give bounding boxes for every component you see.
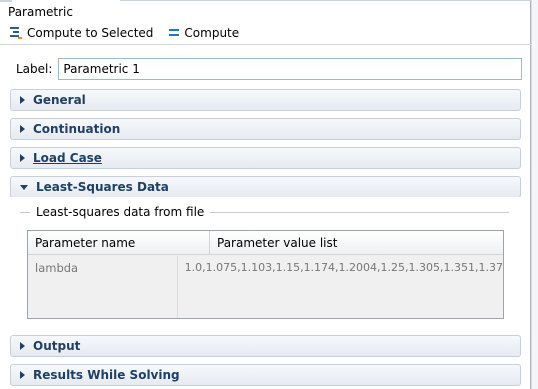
chevron-right-icon	[20, 154, 25, 162]
compute-to-selected-button[interactable]: Compute to Selected	[10, 26, 153, 40]
compute-button[interactable]: Compute	[165, 26, 239, 40]
label-field-label: Label:	[16, 62, 53, 76]
section-least-squares-label: Least-Squares Data	[36, 180, 169, 194]
chevron-right-icon	[20, 371, 25, 379]
parameter-table[interactable]: Parameter name Parameter value list lamb…	[27, 230, 504, 319]
window-title: Parametric	[8, 5, 73, 19]
column-header-parameter-value-list[interactable]: Parameter value list	[210, 231, 503, 255]
section-output[interactable]: Output	[10, 335, 521, 357]
section-results-while-solving-label: Results While Solving	[33, 368, 180, 382]
section-output-label: Output	[33, 339, 81, 353]
compute-to-selected-icon	[10, 27, 22, 39]
scrollbar-gutter[interactable]	[531, 0, 538, 389]
section-least-squares-data[interactable]: Least-Squares Data	[10, 176, 521, 198]
chevron-right-icon	[20, 96, 25, 104]
compute-label: Compute	[184, 26, 240, 40]
compute-icon	[169, 29, 180, 37]
section-continuation-label: Continuation	[33, 122, 121, 136]
least-squares-group-label: Least-squares data from file	[36, 205, 205, 219]
table-header: Parameter name Parameter value list	[28, 231, 503, 255]
toolbar-divider	[0, 44, 531, 45]
label-row: Label:	[16, 58, 523, 80]
section-load-case[interactable]: Load Case	[10, 147, 521, 169]
section-results-while-solving[interactable]: Results While Solving	[10, 364, 521, 386]
toolbar: Compute to Selected Compute	[10, 24, 251, 42]
section-load-case-label: Load Case	[33, 151, 102, 165]
chevron-right-icon	[20, 125, 25, 133]
chevron-down-icon	[20, 184, 28, 190]
chevron-right-icon	[20, 342, 25, 350]
section-general-label: General	[33, 93, 86, 107]
table-cell-parameter-values[interactable]: 1.0,1.075,1.103,1.15,1.174,1.2004,1.25,1…	[178, 256, 503, 318]
least-squares-group: Least-squares data from file	[20, 205, 509, 219]
section-continuation[interactable]: Continuation	[10, 118, 521, 140]
label-input[interactable]	[58, 58, 523, 80]
table-row[interactable]: lambda 1.0,1.075,1.103,1.15,1.174,1.2004…	[28, 256, 503, 318]
column-header-parameter-name[interactable]: Parameter name	[28, 231, 210, 255]
table-cell-parameter-name[interactable]: lambda	[28, 256, 178, 318]
section-general[interactable]: General	[10, 89, 521, 111]
tab-edge	[0, 0, 531, 3]
compute-to-selected-label: Compute to Selected	[27, 26, 154, 40]
